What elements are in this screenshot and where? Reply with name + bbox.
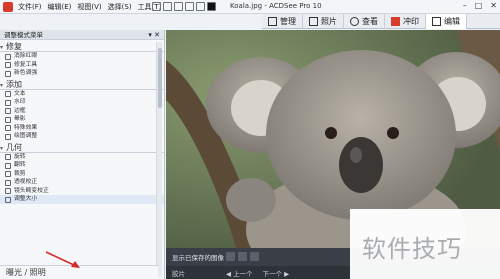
section-geometry: ▾ 几何 旋转 翻转 裁剪 透视校正 镜头畸变校正 调整大小 <box>0 143 164 204</box>
edit-mode-panel: 调整模式菜单 ▾ ✕ ▾ 修复 消除红眼 修复工具 新色调强 ▾ 添加 文本 水… <box>0 30 165 279</box>
vignette-icon <box>5 116 11 123</box>
app-window: 文件(F) 编辑(E) 视图(V) 选择(S) 工具(T) Koala.jpg … <box>0 0 500 279</box>
maximize-icon[interactable]: □ <box>475 1 483 10</box>
line-tool-icon[interactable] <box>185 2 194 11</box>
color-swatch-icon[interactable] <box>207 2 216 11</box>
window-title: Koala.jpg - ACDSee Pro 10 <box>230 2 322 10</box>
list-item[interactable]: 特殊效果 <box>0 124 164 133</box>
film-icon <box>309 17 318 26</box>
crop-icon <box>5 171 11 177</box>
rect-tool-icon[interactable] <box>163 2 172 11</box>
develop-icon <box>391 17 400 26</box>
list-item[interactable]: 透视校正 <box>0 178 164 187</box>
close-icon[interactable]: ✕ <box>490 1 497 10</box>
list-item[interactable]: 新色调强 <box>0 69 164 78</box>
section-repair: ▾ 修复 消除红眼 修复工具 新色调强 <box>0 42 164 78</box>
resize-icon <box>5 196 11 203</box>
status-text: 显示已保存的图像 <box>172 254 224 262</box>
text-icon <box>5 91 11 97</box>
watermark-text: 软件技巧 <box>362 235 462 263</box>
filmstrip-nav: ◀ 上一个 下一个 ▶ <box>226 268 289 278</box>
tone-icon <box>5 70 11 77</box>
minimize-icon[interactable]: – <box>463 1 467 10</box>
window-controls: – □ ✕ <box>463 1 497 10</box>
edit-icon <box>432 17 441 26</box>
list-item[interactable]: 镜头畸变校正 <box>0 187 164 196</box>
list-item[interactable]: 晕影 <box>0 115 164 124</box>
scrollbar-thumb[interactable] <box>158 48 162 108</box>
zoom-actual-icon[interactable] <box>238 252 247 261</box>
ellipse-tool-icon[interactable] <box>174 2 183 11</box>
repair-tool-icon <box>5 62 11 68</box>
red-eye-icon <box>5 53 11 60</box>
rotate-icon <box>5 154 11 160</box>
list-item[interactable]: 修复工具 <box>0 61 164 70</box>
tab-develop[interactable]: 冲印 <box>385 14 426 29</box>
panel-header: 调整模式菜单 ▾ ✕ <box>0 30 164 40</box>
zoom-fit-icon[interactable] <box>226 252 235 261</box>
watermark-overlay: 软件技巧 <box>350 209 500 279</box>
list-item[interactable]: 水印 <box>0 98 164 107</box>
list-item[interactable]: 调整大小 <box>0 195 164 204</box>
list-item[interactable]: 旋转 <box>0 153 164 162</box>
status-buttons <box>226 252 259 261</box>
section-header-repair[interactable]: ▾ 修复 <box>0 42 164 52</box>
perspective-icon <box>5 179 11 186</box>
section-header-geometry[interactable]: ▾ 几何 <box>0 143 164 153</box>
tab-filmstrip[interactable]: 胶片 <box>172 268 185 278</box>
list-item[interactable]: 边框 <box>0 107 164 116</box>
drawing-icon <box>5 133 11 140</box>
border-icon <box>5 108 11 114</box>
menu-edit[interactable]: 编辑(E) <box>48 2 72 12</box>
grid-icon <box>268 17 277 26</box>
section-header-add[interactable]: ▾ 添加 <box>0 80 164 90</box>
lens-icon <box>5 188 11 194</box>
annotation-arrow <box>45 251 80 268</box>
tab-view[interactable]: 查看 <box>344 14 385 29</box>
menu-file[interactable]: 文件(F) <box>18 2 42 12</box>
section-add: ▾ 添加 文本 水印 边框 晕影 特殊效果 绘图调整 <box>0 80 164 141</box>
flip-icon <box>5 162 11 169</box>
next-button[interactable]: 下一个 ▶ <box>263 268 290 278</box>
list-item[interactable]: 裁剪 <box>0 170 164 179</box>
list-item[interactable]: 消除红眼 <box>0 52 164 61</box>
menu-bar: 文件(F) 编辑(E) 视图(V) 选择(S) 工具(T) <box>18 2 161 12</box>
watermark-icon <box>5 99 11 106</box>
list-item[interactable]: 绘图调整 <box>0 132 164 141</box>
brush-tool-icon[interactable] <box>196 2 205 11</box>
quick-toolbar <box>152 2 216 11</box>
panel-scrollbar[interactable] <box>156 42 162 277</box>
tab-photos[interactable]: 照片 <box>303 14 344 29</box>
panel-pin-icon[interactable]: ▾ ✕ <box>148 30 160 40</box>
title-bar: 文件(F) 编辑(E) 视图(V) 选择(S) 工具(T) Koala.jpg … <box>0 0 500 14</box>
eye-icon <box>350 17 359 26</box>
tab-manage[interactable]: 管理 <box>262 14 303 29</box>
zoom-in-icon[interactable] <box>250 252 259 261</box>
tab-edit[interactable]: 编辑 <box>426 14 467 29</box>
list-item[interactable]: 翻转 <box>0 161 164 170</box>
select-tool-icon[interactable] <box>152 2 161 11</box>
effects-icon <box>5 125 11 131</box>
acdsee-logo-icon <box>3 2 13 12</box>
menu-select[interactable]: 选择(S) <box>108 2 132 12</box>
menu-view[interactable]: 视图(V) <box>77 2 101 12</box>
list-item[interactable]: 文本 <box>0 90 164 99</box>
prev-button[interactable]: ◀ 上一个 <box>226 268 253 278</box>
mode-tabs: 管理 照片 查看 冲印 编辑 <box>262 14 500 29</box>
